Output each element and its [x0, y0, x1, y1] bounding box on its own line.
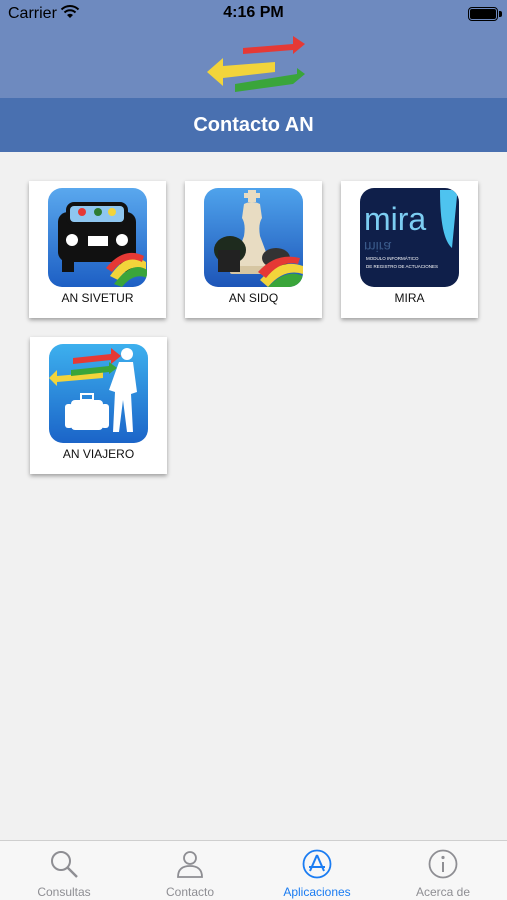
svg-text:mira: mira	[364, 239, 391, 255]
tab-label: Consultas	[37, 885, 91, 899]
search-icon	[51, 851, 78, 878]
tab-contacto[interactable]: Contacto	[127, 841, 253, 900]
car-icon	[48, 188, 147, 287]
tab-aplicaciones[interactable]: Aplicaciones	[254, 841, 380, 900]
svg-text:MODULO INFORMÁTICO: MODULO INFORMÁTICO	[366, 255, 419, 261]
mira-logo: mira mira MODULO INFORMÁTICO DE REGISTRO…	[360, 188, 459, 287]
app-label: AN SIDQ	[228, 291, 279, 305]
app-tile-an-sidq[interactable]: AN SIDQ	[185, 181, 322, 318]
person-icon	[177, 851, 203, 878]
app-store-icon	[302, 849, 332, 879]
status-time: 4:16 PM	[223, 4, 284, 21]
tab-label: Aplicaciones	[283, 885, 351, 899]
page-title: Contacto AN	[0, 98, 507, 152]
status-bar: Carrier 4:16 PM	[0, 0, 507, 28]
app-tile-mira[interactable]: mira mira MODULO INFORMÁTICO DE REGISTRO…	[341, 181, 478, 318]
svg-text:DE REGISTRO DE ACTUACIONES: DE REGISTRO DE ACTUACIONES	[366, 264, 438, 269]
app-tile-an-sivetur[interactable]: AN SIVETUR	[29, 181, 166, 318]
tab-consultas[interactable]: Consultas	[1, 841, 127, 900]
tab-label: Contacto	[165, 885, 215, 899]
apps-grid: AN SIVETUR AN SIDQ mira mira MODULO INFO…	[29, 181, 489, 481]
info-icon	[428, 849, 458, 879]
traveler-icon	[49, 344, 148, 443]
app-logo	[207, 36, 305, 92]
tab-acerca-de[interactable]: Acerca de	[380, 841, 506, 900]
tab-label: Acerca de	[415, 885, 471, 899]
battery-icon	[468, 7, 502, 21]
app-label: AN SIVETUR	[61, 291, 134, 305]
svg-text:mira: mira	[364, 201, 426, 237]
app-tile-an-viajero[interactable]: AN VIAJERO	[30, 337, 167, 474]
chess-icon	[204, 188, 303, 287]
app-label: AN VIAJERO	[62, 447, 135, 461]
header-background: Carrier 4:16 PM	[0, 0, 507, 98]
tab-bar: Consultas Contacto Aplicaciones Acerca d…	[0, 840, 507, 900]
app-label: MIRA	[394, 291, 425, 305]
